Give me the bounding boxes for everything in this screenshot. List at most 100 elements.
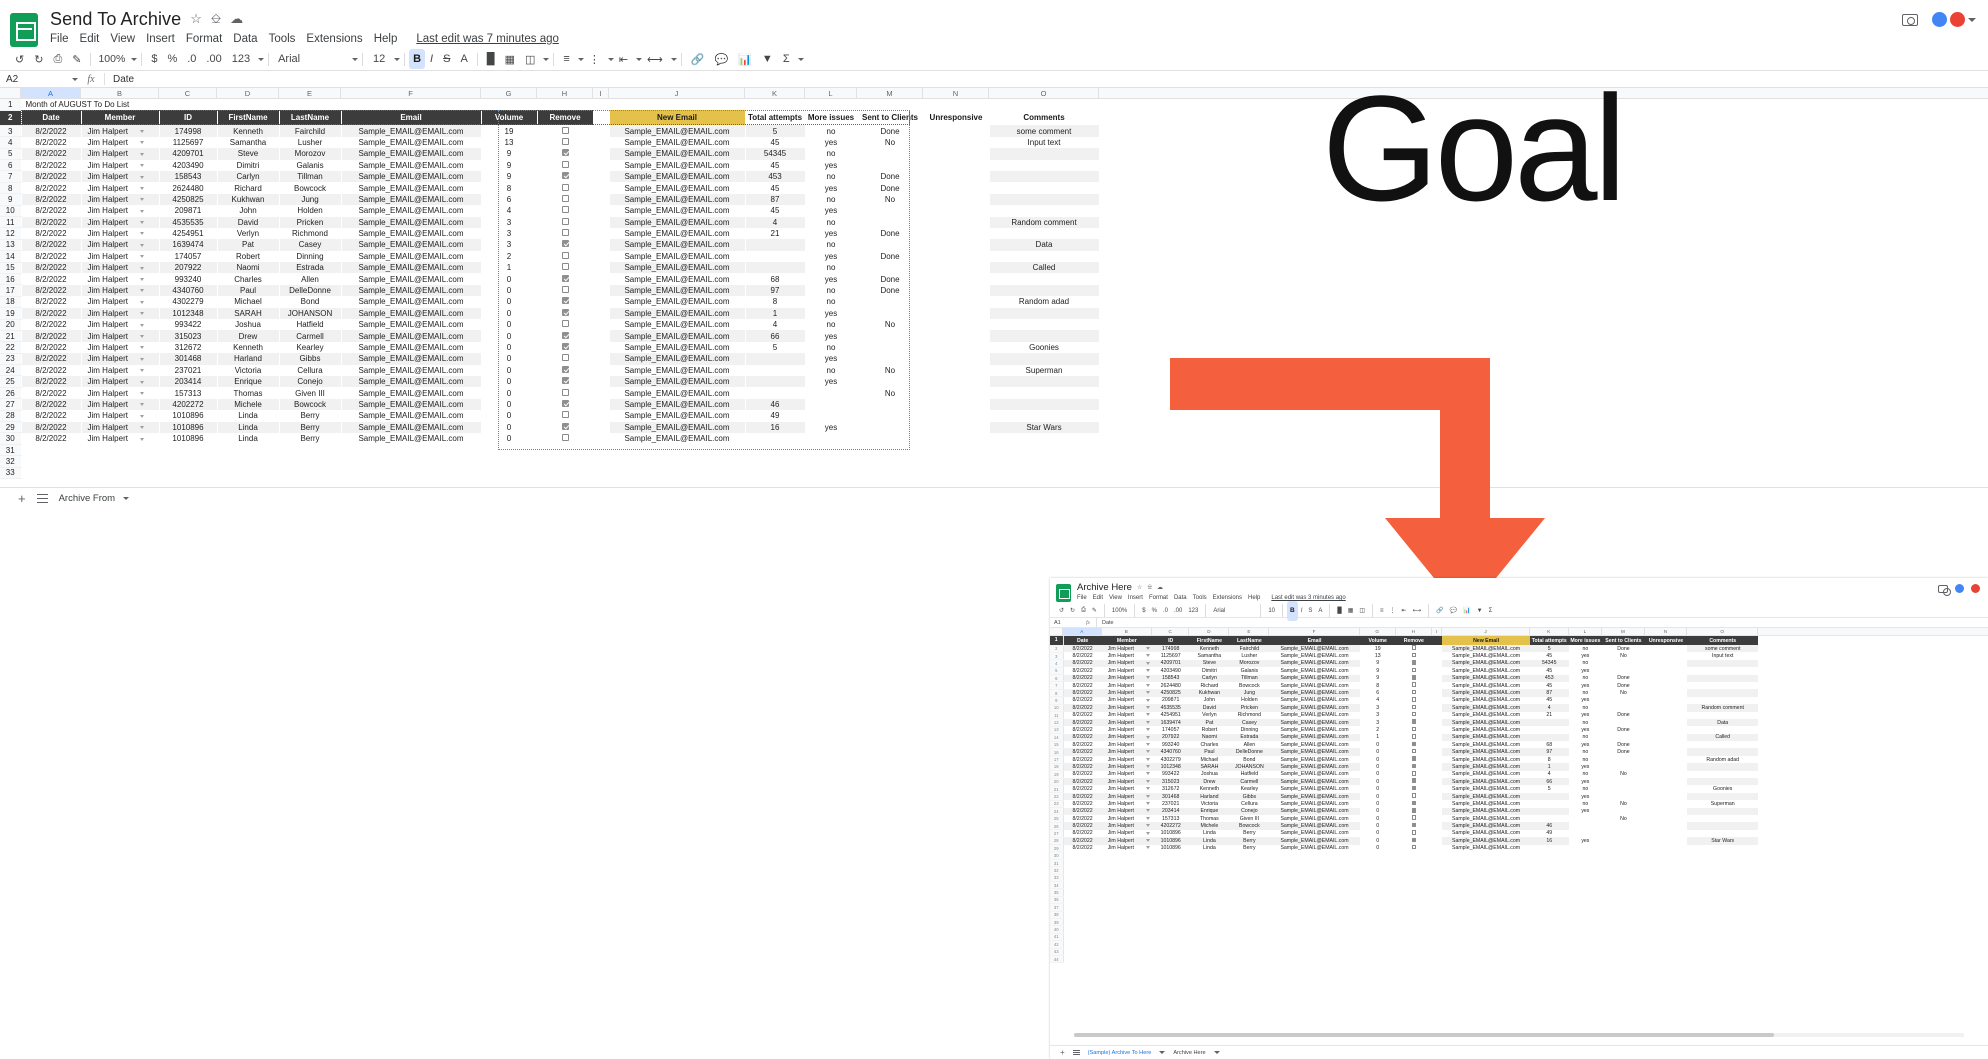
cell-lastname[interactable]: Hatfield [279, 319, 341, 330]
cell-more-issues[interactable]: yes [1569, 837, 1603, 844]
cell-member[interactable]: Jim Halpert [1102, 667, 1152, 674]
cell-firstname[interactable]: Dimitri [217, 160, 279, 171]
cell-remove[interactable] [1396, 763, 1432, 770]
column-header-j[interactable]: J [1442, 628, 1530, 635]
cell-spacer[interactable] [593, 330, 609, 341]
cloud-saved-icon[interactable]: ☁ [230, 11, 243, 27]
cell-id[interactable]: 4254951 [1152, 712, 1189, 719]
remove-checkbox[interactable] [1411, 808, 1417, 813]
cell-lastname[interactable]: Galanis [1229, 667, 1269, 674]
menu-data[interactable]: Data [1174, 595, 1187, 601]
cell-volume[interactable]: 0 [1360, 748, 1396, 755]
cell-more-issues[interactable]: no [805, 285, 857, 296]
cell-email[interactable]: Sample_EMAIL@EMAIL.com [341, 193, 481, 206]
cell-member[interactable]: Jim Halpert [1101, 674, 1152, 682]
column-header-a[interactable]: A [21, 88, 81, 98]
cell-unresponsive[interactable] [1645, 756, 1688, 763]
row-header[interactable]: 19 [0, 307, 21, 320]
cell-total-attempts[interactable]: 54345 [745, 148, 805, 160]
cell-unresponsive[interactable] [1645, 763, 1688, 770]
cell-date[interactable]: 8/2/2022 [1063, 778, 1102, 786]
cell-spacer[interactable] [593, 422, 609, 433]
cell-more-issues[interactable]: no [805, 319, 857, 330]
cell-volume[interactable]: 1 [481, 262, 537, 273]
row-header[interactable]: 2 [1050, 645, 1064, 653]
cell-new-email[interactable]: Sample_EMAIL@EMAIL.com [609, 353, 745, 365]
row-header[interactable]: 16 [1050, 748, 1064, 757]
cell-total-attempts[interactable]: 87 [1529, 689, 1569, 697]
cell-comments[interactable] [989, 182, 1099, 193]
cell-remove[interactable] [1396, 822, 1432, 829]
row-header[interactable]: 6 [1050, 674, 1064, 683]
cell-comments[interactable] [1687, 778, 1759, 786]
cell-new-email[interactable]: Sample_EMAIL@EMAIL.com [1442, 733, 1530, 742]
cell-comments[interactable] [1687, 748, 1759, 756]
cell-firstname[interactable]: Michele [1189, 822, 1230, 830]
empty-cell[interactable] [1063, 941, 1758, 948]
cell-id[interactable]: 174998 [1151, 645, 1190, 653]
row-header[interactable]: 4 [1050, 659, 1064, 668]
row-header[interactable]: 27 [0, 398, 21, 411]
cell-lastname[interactable]: Hatfield [1229, 771, 1269, 778]
cell-date[interactable]: 8/2/2022 [21, 125, 81, 137]
cell-sent-to-clients[interactable]: Done [1602, 726, 1645, 733]
chevron-down-icon[interactable] [394, 57, 401, 61]
cell-more-issues[interactable]: no [1569, 689, 1603, 696]
cell-email[interactable]: Sample_EMAIL@EMAIL.com [1269, 704, 1360, 712]
cell-email[interactable]: Sample_EMAIL@EMAIL.com [1269, 837, 1360, 845]
cell-email[interactable]: Sample_EMAIL@EMAIL.com [1269, 645, 1360, 653]
cell-more-issues[interactable]: yes [1569, 697, 1603, 704]
cell-more-issues[interactable] [1569, 822, 1603, 829]
row-header[interactable]: 5 [0, 148, 21, 161]
cell-member[interactable]: Jim Halpert [1102, 697, 1152, 704]
cell-total-attempts[interactable]: 46 [745, 398, 805, 411]
cell-member[interactable]: Jim Halpert [81, 365, 159, 376]
cell-comments[interactable] [989, 205, 1099, 216]
cell-comments[interactable]: Data [1687, 718, 1759, 727]
cell-email[interactable]: Sample_EMAIL@EMAIL.com [341, 342, 481, 353]
cell-sent-to-clients[interactable] [1602, 660, 1645, 667]
insert-comment-icon[interactable]: 💬 [710, 49, 734, 69]
remove-checkbox[interactable] [561, 343, 569, 350]
row-header[interactable]: 1 [0, 99, 21, 111]
cell-email[interactable]: Sample_EMAIL@EMAIL.com [341, 365, 481, 376]
chevron-down-icon[interactable] [352, 57, 359, 61]
cell-remove[interactable] [1396, 652, 1432, 659]
cell-new-email[interactable]: Sample_EMAIL@EMAIL.com [609, 148, 745, 160]
cell-new-email[interactable]: Sample_EMAIL@EMAIL.com [1442, 704, 1530, 712]
cell-more-issues[interactable]: no [1569, 734, 1603, 741]
cell-remove[interactable] [1396, 778, 1432, 785]
cell-total-attempts[interactable] [745, 353, 805, 365]
cell-spacer[interactable] [1432, 845, 1442, 852]
cell-id[interactable]: 993422 [1152, 771, 1189, 778]
remove-checkbox[interactable] [561, 297, 569, 305]
cell-more-issues[interactable] [805, 410, 857, 421]
cell-firstname[interactable]: Paul [217, 284, 279, 297]
cell-id[interactable]: 4202272 [159, 398, 217, 411]
cell-new-email[interactable]: Sample_EMAIL@EMAIL.com [1442, 689, 1530, 697]
row-header[interactable]: 26 [1050, 822, 1064, 831]
row-header[interactable]: 13 [1050, 726, 1064, 735]
cell-lastname[interactable]: Bowcock [1229, 822, 1270, 830]
row-header[interactable]: 18 [1050, 763, 1064, 772]
row-header[interactable]: 3 [0, 125, 21, 138]
cell-new-email[interactable]: Sample_EMAIL@EMAIL.com [1442, 712, 1530, 719]
cell-lastname[interactable]: Holden [1229, 697, 1269, 704]
cell-spacer[interactable] [1432, 689, 1442, 696]
menu-edit[interactable]: Edit [1093, 595, 1103, 601]
select-all-corner[interactable] [0, 88, 21, 98]
cell-more-issues[interactable]: yes [1569, 667, 1603, 674]
name-box[interactable]: A1 [1050, 620, 1080, 626]
cell-spacer[interactable] [593, 365, 609, 376]
empty-cell[interactable] [1063, 889, 1758, 896]
cell-firstname[interactable]: Linda [217, 433, 279, 444]
row-header[interactable]: 28 [0, 410, 21, 423]
cell-sent-to-clients[interactable]: No [1602, 771, 1645, 778]
cell-date[interactable]: 8/2/2022 [1063, 689, 1102, 697]
cell-member[interactable]: Jim Halpert [1101, 733, 1152, 742]
remove-checkbox[interactable] [561, 217, 569, 225]
cell-new-email[interactable]: Sample_EMAIL@EMAIL.com [1442, 741, 1530, 748]
remove-checkbox[interactable] [1411, 667, 1417, 673]
cell-email[interactable]: Sample_EMAIL@EMAIL.com [341, 421, 481, 433]
cell-remove[interactable] [537, 251, 593, 262]
